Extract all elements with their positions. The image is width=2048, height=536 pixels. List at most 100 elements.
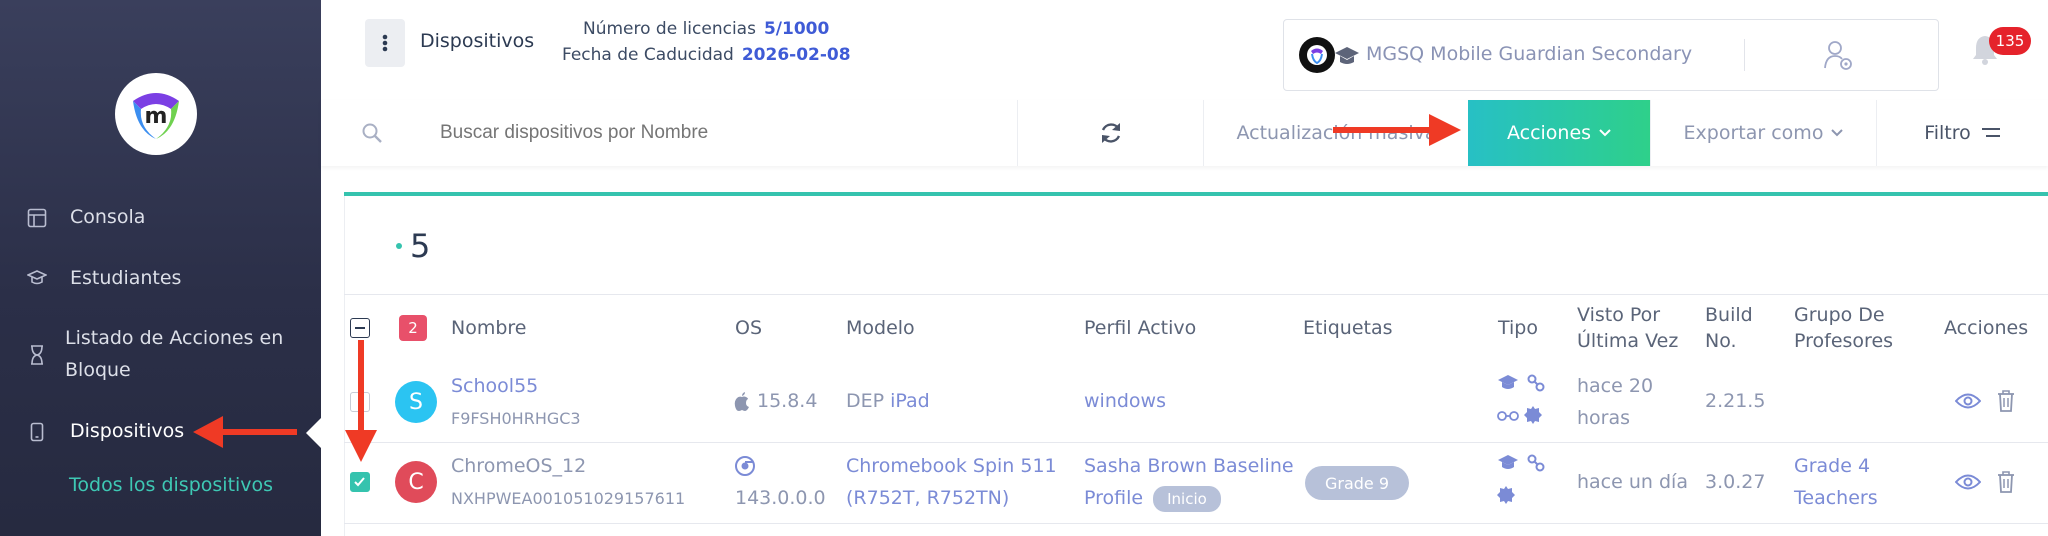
annotation-arrow-right-icon <box>1333 114 1461 146</box>
chevron-down-icon <box>1831 129 1844 137</box>
divider <box>1744 39 1745 71</box>
trash-icon[interactable] <box>1997 390 2015 412</box>
user-settings-icon[interactable] <box>1824 40 1854 72</box>
header-line-2: Profesores <box>1794 330 1894 352</box>
page-title: Dispositivos <box>420 30 535 52</box>
org-name: MGSQ Mobile Guardian Secondary <box>1366 43 1693 65</box>
trash-icon[interactable] <box>1997 471 2015 493</box>
chrome-icon <box>735 456 755 476</box>
device-count: 5 <box>410 227 431 265</box>
expiry-date: Fecha de Caducidad 2026-02-08 <box>562 45 851 65</box>
model-name: iPad <box>890 390 930 412</box>
export-dropdown[interactable]: Exportar como <box>1651 100 1877 166</box>
search-input[interactable] <box>440 100 980 166</box>
header-line-1: Grupo De <box>1794 304 1885 326</box>
column-header-os[interactable]: OS <box>735 315 762 341</box>
column-header-build[interactable]: Build No. <box>1705 302 1753 354</box>
column-header-type[interactable]: Tipo <box>1498 315 1538 341</box>
filter-button[interactable]: Filtro <box>1877 100 2048 166</box>
active-profile-2: Profile <box>1084 487 1144 509</box>
sidebar-item-label: Dispositivos <box>70 420 185 442</box>
active-profile-line-2: Profile Inicio <box>1084 482 1221 514</box>
expiry-label: Fecha de Caducidad <box>562 45 734 65</box>
device-name-link[interactable]: ChromeOS_12 <box>451 450 586 482</box>
graduation-cap-icon <box>1335 47 1359 64</box>
active-profile[interactable]: Sasha Brown Baseline <box>1084 450 1294 482</box>
count-dot <box>396 243 402 249</box>
header-line-2: No. <box>1705 330 1737 352</box>
sidebar-item-label: Consola <box>70 206 146 228</box>
refresh-button[interactable] <box>1018 100 1204 166</box>
os-version: 143.0.0.0 <box>735 487 826 509</box>
header-line-2: Última Vez <box>1577 330 1679 352</box>
main-area: Dispositivos Número de licencias 5/1000 F… <box>321 0 2048 536</box>
toolbar: Actualización masiva Acciones Exportar c… <box>321 100 2048 166</box>
more-options-button[interactable] <box>365 19 405 67</box>
tag-pill[interactable]: Grade 9 <box>1305 466 1409 500</box>
actions-dropdown[interactable]: Acciones <box>1468 100 1651 166</box>
avatar: C <box>395 461 437 503</box>
graduation-cap-icon <box>27 270 47 285</box>
select-all-checkbox[interactable] <box>350 318 370 338</box>
column-header-name[interactable]: Nombre <box>451 315 527 341</box>
apple-icon <box>734 392 749 411</box>
filter-icon <box>1981 128 2000 137</box>
column-header-model[interactable]: Modelo <box>846 315 915 341</box>
annotation-arrow-left-icon <box>193 416 297 448</box>
column-header-profile[interactable]: Perfil Activo <box>1084 315 1196 341</box>
build-number: 3.0.27 <box>1705 471 1766 493</box>
teacher-group-line-2: Teachers <box>1794 487 1878 509</box>
column-header-teacher-group[interactable]: Grupo De Profesores <box>1794 302 1893 354</box>
row-divider <box>344 442 2048 443</box>
avatar: S <box>395 381 437 423</box>
glasses-icon <box>1497 411 1519 421</box>
organization-switcher[interactable]: MGSQ Mobile Guardian Secondary <box>1283 19 1939 91</box>
gear-badge-icon <box>1524 406 1542 424</box>
model-prefix: DEP <box>846 390 885 412</box>
header-line-1: Build <box>1705 304 1753 326</box>
column-header-last-seen[interactable]: Visto Por Última Vez <box>1577 302 1678 354</box>
gear-badge-icon <box>1497 486 1515 504</box>
selected-count-badge: 2 <box>399 315 427 341</box>
expiry-value: 2026-02-08 <box>741 45 851 65</box>
filter-label: Filtro <box>1924 122 1971 144</box>
row-divider <box>344 523 2048 524</box>
profile-badge: Inicio <box>1153 486 1221 512</box>
sidebar: m Consola Estudiantes Listado de Accione… <box>0 0 321 536</box>
last-seen-line-1: hace 20 <box>1577 375 1654 397</box>
graduation-cap-icon <box>1498 375 1518 389</box>
hourglass-icon <box>31 345 43 365</box>
mobile-device-icon <box>30 422 44 442</box>
actions-label: Acciones <box>1506 122 1592 144</box>
eye-icon[interactable] <box>1955 473 1981 491</box>
model-line-2: (R752T, R752TN) <box>846 487 1010 509</box>
org-avatar <box>1299 37 1335 73</box>
active-profile[interactable]: windows <box>1084 385 1166 417</box>
device-name-link[interactable]: School55 <box>451 370 538 402</box>
search-icon <box>362 123 382 143</box>
top-bar: Dispositivos Número de licencias 5/1000 F… <box>321 0 2048 100</box>
active-indicator <box>306 418 321 448</box>
os-version: 15.8.4 <box>757 390 818 412</box>
license-value: 5/1000 <box>763 19 830 39</box>
column-header-tags[interactable]: Etiquetas <box>1303 315 1393 341</box>
link-icon <box>1527 374 1545 392</box>
kebab-icon <box>382 34 388 52</box>
svg-text:m: m <box>145 104 168 129</box>
eye-icon[interactable] <box>1955 392 1981 410</box>
sidebar-item-label: Listado de Acciones en <box>65 327 284 349</box>
device-serial: F9FSH0HRHGC3 <box>451 409 581 428</box>
chevron-down-icon <box>1599 129 1611 137</box>
mobile-guardian-logo[interactable]: m <box>115 73 197 155</box>
export-label: Exportar como <box>1683 122 1824 144</box>
model-line-1: Chromebook Spin 511 <box>846 455 1057 477</box>
header-line-1: Visto Por <box>1577 304 1661 326</box>
model: DEP iPad <box>846 385 930 417</box>
license-label: Número de licencias <box>583 19 756 39</box>
last-seen-line-2: horas <box>1577 407 1631 429</box>
sidebar-subitem-todos[interactable]: Todos los dispositivos <box>69 474 273 496</box>
device-serial: NXHPWEA001051029157611 <box>451 489 686 508</box>
license-count: Número de licencias 5/1000 <box>583 19 829 39</box>
row-checkbox-checked[interactable] <box>350 472 370 492</box>
layout-icon <box>27 208 47 228</box>
